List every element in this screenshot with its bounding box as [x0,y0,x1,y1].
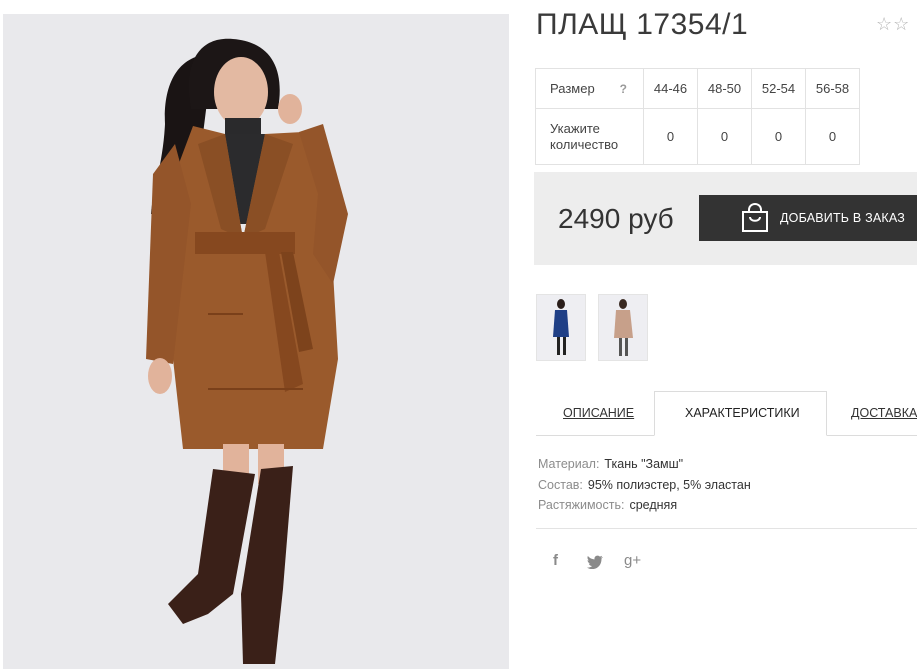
googleplus-icon[interactable]: g+ [624,552,641,569]
spec-key: Состав: [538,477,583,492]
size-option: 48-50 [697,68,752,109]
product-main-photo[interactable] [3,14,509,669]
tab-delivery[interactable]: ДОСТАВКА [851,406,917,420]
quantity-input[interactable]: 0 [805,108,860,165]
facebook-icon[interactable]: f [553,552,558,569]
divider [536,528,917,529]
quantity-row: Укажите количество 0 0 0 0 [535,108,860,165]
shopping-bag-icon [741,202,769,236]
twitter-icon[interactable] [587,552,603,573]
quantity-label: Укажите количество [535,108,644,165]
size-help-icon[interactable]: ? [620,81,627,97]
buy-box: 2490 руб ДОБАВИТЬ В ЗАКАЗ [534,172,917,265]
size-option: 56-58 [805,68,860,109]
quantity-input[interactable]: 0 [643,108,698,165]
size-option: 44-46 [643,68,698,109]
size-row: Размер ? 44-46 48-50 52-54 56-58 [535,68,860,109]
color-thumbnail-blue[interactable] [536,294,586,361]
size-label: Размер [550,80,595,96]
add-to-order-label: ДОБАВИТЬ В ЗАКАЗ [780,211,906,225]
product-title: ПЛАЩ 17354/1 [536,8,749,41]
add-to-order-button[interactable]: ДОБАВИТЬ В ЗАКАЗ [699,195,917,241]
size-quantity-table: Размер ? 44-46 48-50 52-54 56-58 Укажите… [535,68,860,165]
tab-description[interactable]: ОПИСАНИЕ [563,406,634,420]
model-in-coat-image [3,14,509,669]
spec-key: Материал: [538,457,600,471]
size-option: 52-54 [751,68,806,109]
spec-row: Материал: Ткань "Замш" [538,454,751,475]
spec-row: Растяжимость: средняя [538,495,751,516]
quantity-input[interactable]: 0 [751,108,806,165]
rating-stars-icon[interactable]: ☆☆ [876,14,910,35]
spec-key: Растяжимость: [538,498,625,512]
thumbnail-image [537,295,585,360]
spec-value: средняя [629,498,678,512]
spec-value: 95% полиэстер, 5% эластан [587,477,751,492]
spec-value: Ткань "Замш" [604,457,684,471]
quantity-input[interactable]: 0 [697,108,752,165]
size-label-cell: Размер ? [535,68,644,109]
characteristics-list: Материал: Ткань "Замш" Состав: 95% полиэст… [538,454,751,516]
tab-characteristics[interactable]: ХАРАКТЕРИСТИКИ [654,391,827,436]
color-thumbnail-beige[interactable] [598,294,648,361]
spec-row: Состав: 95% полиэстер, 5% эластан [538,475,751,496]
tab-characteristics-label: ХАРАКТЕРИСТИКИ [685,406,800,420]
thumbnail-image [599,295,647,360]
product-price: 2490 руб [558,203,674,234]
